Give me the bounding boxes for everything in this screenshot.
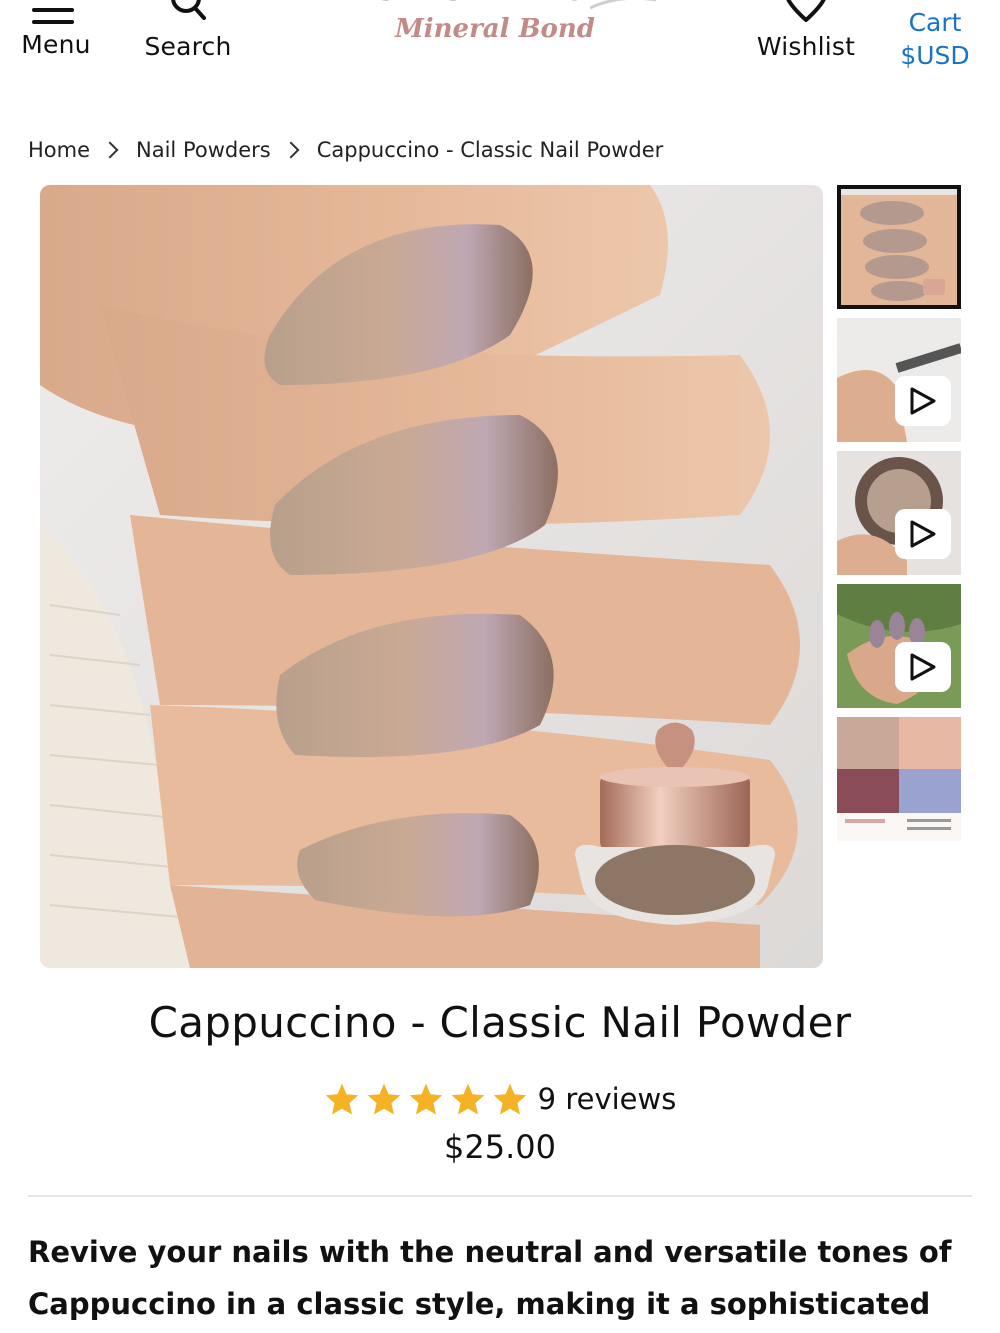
search-label: Search	[144, 32, 232, 61]
breadcrumb-nail-powders[interactable]: Nail Powders	[136, 138, 271, 162]
thumbnail-2[interactable]	[837, 318, 961, 442]
star-icon	[325, 1083, 358, 1115]
product-title: Cappuccino - Classic Nail Powder	[148, 998, 852, 1047]
thumbnail-3[interactable]	[837, 451, 961, 575]
store-logo[interactable]: SISTACO Mineral Bond	[340, 0, 660, 60]
heart-icon	[786, 0, 826, 22]
cart-button[interactable]: Cart $USD	[892, 8, 978, 70]
star-icon	[493, 1083, 526, 1115]
breadcrumb-current: Cappuccino - Classic Nail Powder	[316, 138, 664, 162]
reviews-link[interactable]: 9 reviews	[538, 1082, 677, 1116]
product-description: Revive your nails with the neutral and v…	[28, 1235, 952, 1321]
logo-wordmark: SISTACO	[370, 0, 636, 11]
menu-label: Menu	[21, 30, 91, 59]
chevron-right-icon	[101, 141, 119, 159]
cart-label: Cart	[908, 8, 962, 37]
site-header: Menu Search SISTACO Mineral Bond Wishlis…	[0, 0, 1000, 100]
star-icon	[409, 1083, 442, 1115]
wishlist-label: Wishlist	[756, 32, 856, 61]
play-video-icon	[895, 509, 951, 559]
chevron-right-icon	[282, 141, 300, 159]
logo-swoosh-icon	[590, 0, 656, 10]
thumbnail-1[interactable]	[837, 185, 961, 309]
breadcrumb: Home Nail Powders Cappuccino - Classic N…	[28, 134, 663, 166]
product-rating[interactable]: 9 reviews	[0, 1082, 1000, 1116]
divider	[28, 1195, 972, 1197]
star-rating	[324, 1082, 528, 1116]
hamburger-icon	[32, 0, 74, 24]
play-video-icon	[895, 642, 951, 692]
star-icon	[367, 1083, 400, 1115]
breadcrumb-home[interactable]: Home	[28, 138, 90, 162]
thumbnail-4[interactable]	[837, 584, 961, 708]
logo-script-text: Mineral Bond	[395, 14, 595, 44]
play-video-icon	[895, 376, 951, 426]
search-icon	[171, 0, 206, 20]
product-price: $25.00	[444, 1128, 556, 1166]
main-product-image[interactable]	[40, 185, 823, 968]
star-icon	[451, 1083, 484, 1115]
currency-selector[interactable]: $USD	[892, 41, 978, 70]
thumbnail-5[interactable]	[837, 717, 961, 841]
